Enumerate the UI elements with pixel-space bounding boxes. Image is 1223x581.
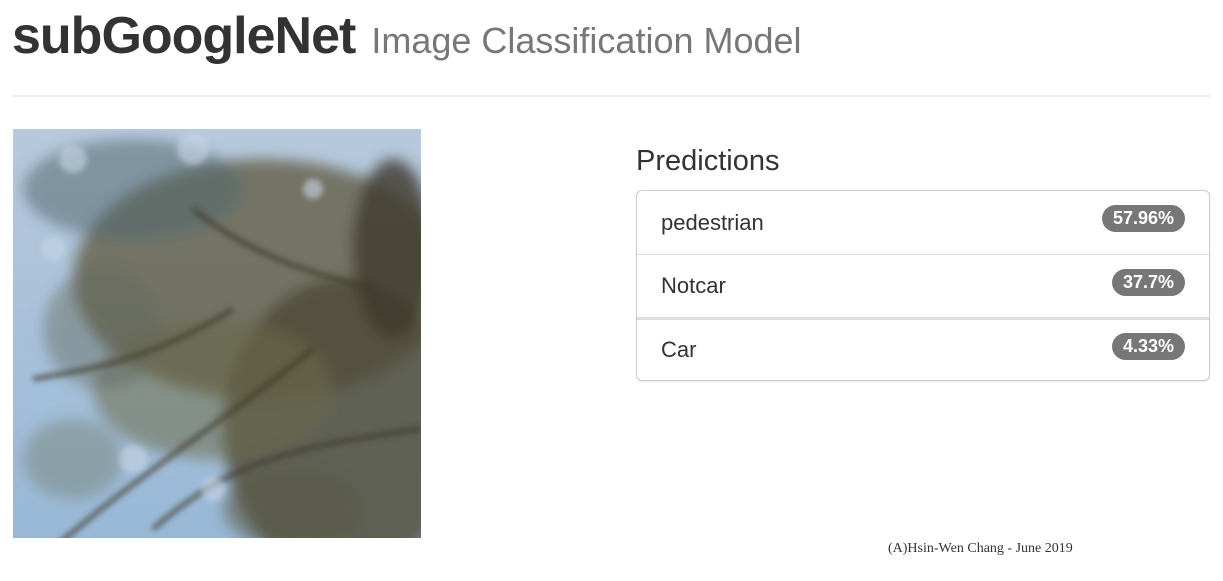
footer-credit: (A)Hsin-Wen Chang - June 2019 <box>888 541 1073 556</box>
prediction-label: Car <box>661 337 697 362</box>
predictions-heading: Predictions <box>636 145 780 177</box>
probability-badge: 37.7% <box>1111 268 1185 296</box>
probability-badge: 4.33% <box>1111 332 1185 360</box>
header-divider <box>12 95 1211 97</box>
predictions-list: pedestrian 57.96% Notcar 37.7% Car 4.33% <box>636 190 1210 381</box>
input-image <box>13 129 421 538</box>
list-item: Car 4.33% <box>637 317 1209 380</box>
page-header: subGoogleNet Image Classification Model <box>12 4 1212 68</box>
probability-badge: 57.96% <box>1101 205 1185 232</box>
predictions-panel: Predictions pedestrian 57.96% Notcar 37.… <box>636 140 1210 381</box>
page-subtitle: Image Classification Model <box>371 20 802 61</box>
page-title: subGoogleNet <box>12 7 356 65</box>
page: subGoogleNet Image Classification Model <box>0 0 1223 581</box>
list-item: Notcar 37.7% <box>637 254 1209 317</box>
prediction-label: Notcar <box>661 273 726 298</box>
prediction-label: pedestrian <box>661 209 764 235</box>
list-item: pedestrian 57.96% <box>637 191 1209 254</box>
tree-photo-icon <box>13 129 421 538</box>
